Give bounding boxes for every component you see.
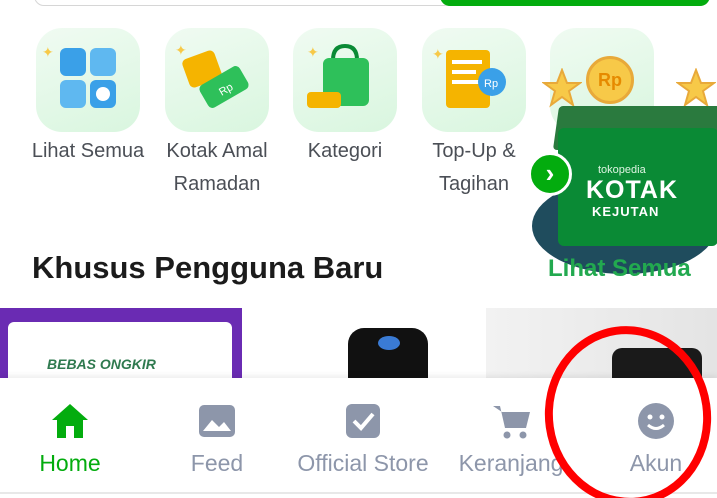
see-all-link[interactable]: Lihat Semua bbox=[548, 255, 691, 283]
nav-feed[interactable]: Feed bbox=[167, 378, 267, 498]
free-shipping-label: BEBAS ONGKIR bbox=[47, 356, 156, 372]
nav-home[interactable]: Home bbox=[20, 378, 120, 498]
top-banner-edge bbox=[440, 0, 710, 6]
category-label: Kotak Amal Ramadan bbox=[166, 140, 268, 195]
nav-keranjang[interactable]: Keranjang bbox=[454, 378, 568, 498]
category-tile: ✦ Rp bbox=[422, 28, 526, 132]
promo-title: KOTAK bbox=[586, 176, 679, 204]
new-user-card-device[interactable] bbox=[486, 308, 717, 388]
donation-tag-icon: Rp bbox=[182, 50, 249, 108]
account-smiley-icon bbox=[638, 403, 674, 439]
shopping-bag-icon bbox=[307, 43, 369, 108]
star-icon bbox=[676, 68, 716, 108]
svg-text:Rp: Rp bbox=[484, 78, 498, 90]
nav-official-store[interactable]: Official Store bbox=[290, 378, 436, 498]
chevron-right-icon[interactable]: › bbox=[528, 152, 572, 196]
category-kategori[interactable]: ✦ Kategori bbox=[293, 28, 397, 204]
grid-icon bbox=[60, 48, 116, 108]
official-store-icon bbox=[346, 404, 380, 438]
section-title: Khusus Pengguna Baru bbox=[32, 250, 384, 285]
bill-receipt-icon: Rp bbox=[446, 50, 506, 108]
category-label: Kategori bbox=[307, 140, 383, 162]
search-bar-edge[interactable] bbox=[34, 0, 454, 6]
product-cap bbox=[378, 336, 400, 350]
nav-label: Official Store bbox=[297, 450, 429, 476]
category-tile: ✦ bbox=[293, 28, 397, 132]
nav-label: Home bbox=[39, 450, 101, 476]
category-label: Top-Up & Tagihan bbox=[432, 140, 516, 195]
top-strip bbox=[0, 0, 717, 10]
nav-label: Feed bbox=[190, 450, 244, 476]
category-label: Lihat Semua bbox=[31, 140, 145, 162]
nav-label: Akun bbox=[629, 450, 683, 476]
nav-label: Keranjang bbox=[458, 450, 564, 476]
category-tile: ✦ Rp bbox=[165, 28, 269, 132]
category-kotak-amal[interactable]: ✦ Rp Kotak Amal Ramadan bbox=[165, 28, 269, 204]
category-lihat-semua[interactable]: ✦ Lihat Semua bbox=[32, 28, 144, 204]
category-topup-tagihan[interactable]: ✦ Rp Top-Up & Tagihan bbox=[422, 28, 526, 204]
promo-subtitle: KEJUTAN bbox=[592, 204, 660, 219]
category-tile: ✦ bbox=[36, 28, 140, 132]
star-icon bbox=[542, 68, 582, 108]
cart-icon bbox=[493, 406, 530, 439]
promo-brand: tokopedia bbox=[598, 164, 646, 176]
home-icon bbox=[52, 404, 88, 438]
new-user-card-ongkir[interactable]: BEBAS ONGKIR bbox=[0, 308, 242, 402]
coin-icon: Rp bbox=[586, 56, 634, 104]
kotak-kejutan-promo[interactable]: Rp tokopedia KOTAK KEJUTAN › bbox=[528, 28, 717, 274]
nav-akun[interactable]: Akun bbox=[606, 378, 706, 498]
image-icon bbox=[199, 405, 235, 437]
bottom-divider bbox=[0, 492, 717, 494]
bottom-nav: Home Feed Official Store Keranjang Akun bbox=[0, 378, 717, 498]
